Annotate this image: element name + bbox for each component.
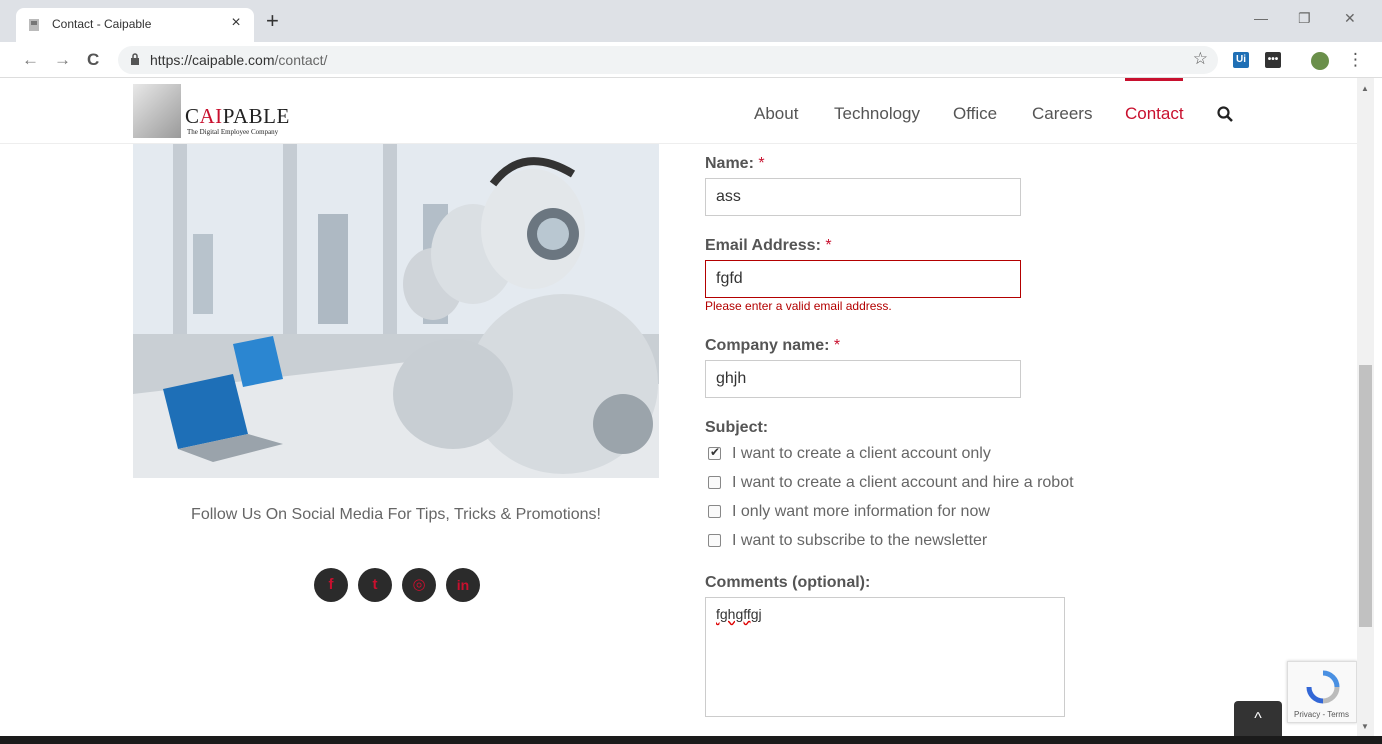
page-scrollbar[interactable]: ▲ ▼ [1357,78,1374,736]
site-header: CAIPABLE The Digital Employee Company Ab… [0,78,1357,144]
nav-technology[interactable]: Technology [834,104,920,124]
address-bar[interactable]: https://caipable.com/contact/ ☆ [118,46,1218,74]
scroll-down-arrow-icon[interactable]: ▼ [1361,722,1369,731]
subject-option-label: I want to create a client account only [732,445,991,462]
url-host: https://caipable.com [150,52,275,68]
email-input[interactable]: fgfd [705,260,1021,298]
subject-option-label: I want to create a client account and hi… [732,474,1074,491]
extension-icon[interactable]: ••• [1265,52,1281,68]
tab-close-icon[interactable]: × [226,14,246,32]
logo-robot-image[interactable] [133,84,181,138]
subject-checkbox[interactable] [708,445,721,460]
linkedin-icon[interactable]: in [446,568,480,602]
email-error-message: Please enter a valid email address. [705,299,892,313]
name-label-text: Name: [705,155,754,172]
required-marker: * [758,155,765,172]
required-marker: * [825,237,832,254]
twitter-icon[interactable]: t [358,568,392,602]
nav-careers[interactable]: Careers [1032,104,1092,124]
hero-illustration [133,144,659,478]
page-favicon-icon [29,19,39,31]
browser-tabstrip: Contact - Caipable × + — ❐ ✕ [0,0,1382,42]
comments-textarea[interactable]: fghgffgj [705,597,1065,717]
instagram-icon[interactable]: ◎ [402,568,436,602]
url-path: /contact/ [274,52,328,68]
scroll-up-arrow-icon[interactable]: ▲ [1361,84,1369,93]
nav-about[interactable]: About [754,104,798,124]
subject-checkbox[interactable] [708,476,721,489]
email-label: Email Address: * [705,237,832,255]
robots-hero-image [133,144,659,478]
restore-button[interactable]: ❐ [1298,10,1311,27]
back-button[interactable]: ← [22,50,39,70]
comments-label: Comments (optional): [705,574,871,591]
browser-toolbar: ← → C https://caipable.com/contact/ ☆ Ui… [0,42,1382,78]
forward-button[interactable]: → [54,50,71,70]
logo-tagline: The Digital Employee Company [187,128,279,136]
nav-active-indicator [1125,78,1183,81]
page-viewport: CAIPABLE The Digital Employee Company Ab… [0,78,1357,736]
company-label-text: Company name: [705,337,830,354]
email-label-text: Email Address: [705,237,821,254]
browser-tab[interactable]: Contact - Caipable × [16,8,254,42]
recaptcha-icon [1306,670,1340,704]
logo-ai: AI [199,104,223,128]
recaptcha-badge[interactable]: Privacy - Terms [1287,661,1357,723]
url-text: https://caipable.com/contact/ [150,52,327,68]
subject-option-label: I only want more information for now [732,503,990,520]
name-label: Name: * [705,155,765,173]
browser-menu-icon[interactable]: ⋮ [1347,50,1364,70]
subject-checkbox[interactable] [708,534,721,547]
company-input[interactable]: ghjh [705,360,1021,398]
lock-icon [131,53,139,65]
subject-label: Subject: [705,419,769,436]
bookmark-star-icon[interactable]: ☆ [1193,49,1208,69]
window-close-button[interactable]: ✕ [1344,10,1356,27]
uipath-extension-icon[interactable]: Ui [1233,52,1249,68]
reload-button[interactable]: C [87,50,99,70]
facebook-icon[interactable]: f [314,568,348,602]
os-taskbar [0,736,1382,744]
search-icon[interactable] [1217,106,1233,122]
required-marker: * [833,337,841,354]
profile-avatar[interactable] [1311,52,1329,70]
logo-prefix: C [185,104,200,128]
company-label: Company name: * [705,337,840,355]
follow-us-text: Follow Us On Social Media For Tips, Tric… [191,506,601,523]
logo-text[interactable]: CAIPABLE [185,104,290,129]
scrollbar-thumb[interactable] [1359,365,1372,627]
new-tab-button[interactable]: + [266,10,279,32]
name-input[interactable]: ass [705,178,1021,216]
nav-office[interactable]: Office [953,104,997,124]
comments-text: fghgffgj [716,606,762,622]
nav-contact[interactable]: Contact [1125,104,1184,124]
minimize-button[interactable]: — [1254,10,1268,26]
subject-option-label: I want to subscribe to the newsletter [732,532,988,549]
subject-checkbox[interactable] [708,505,721,518]
logo-suffix: PABLE [222,104,290,128]
tab-title: Contact - Caipable [52,17,152,31]
recaptcha-links[interactable]: Privacy - Terms [1294,710,1349,719]
back-to-top-button[interactable]: ^ [1234,701,1282,736]
